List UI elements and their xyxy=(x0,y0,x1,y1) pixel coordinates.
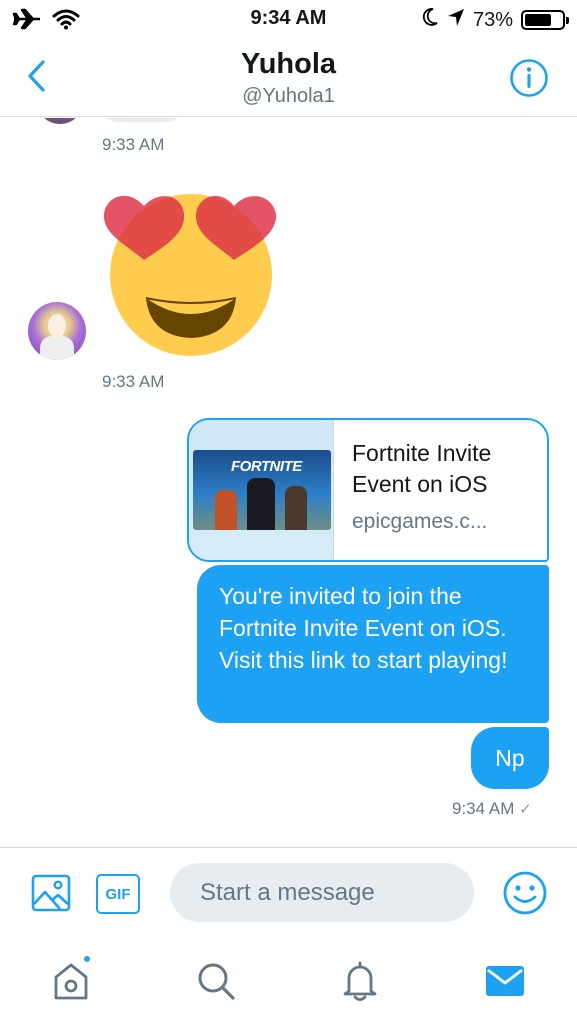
info-icon xyxy=(510,59,548,97)
message-input[interactable] xyxy=(170,863,474,922)
battery-level-fill xyxy=(525,14,552,26)
new-content-dot xyxy=(82,954,92,964)
battery-percent: 73% xyxy=(472,8,513,31)
fortnite-logo: FORTNITE xyxy=(231,458,302,475)
message-composer: GIF xyxy=(0,847,577,943)
add-photo-button[interactable] xyxy=(30,872,74,916)
avatar-partial xyxy=(36,118,84,124)
read-receipt-icon: ✓ xyxy=(519,801,532,818)
envelope-icon xyxy=(486,966,524,996)
tab-notifications[interactable] xyxy=(336,957,384,1005)
heart-eyes-emoji xyxy=(103,194,277,356)
location-arrow-icon xyxy=(447,7,465,33)
conversation-title[interactable]: Yuhola xyxy=(0,48,577,81)
tab-home[interactable] xyxy=(47,957,95,1005)
search-icon xyxy=(198,963,235,1000)
gif-icon: GIF xyxy=(105,885,131,903)
emoji-button[interactable] xyxy=(502,870,547,915)
home-icon xyxy=(54,963,88,1000)
message-list[interactable]: 9:33 AM 9:33 AM FORTNITE Fortnite Invite… xyxy=(0,118,577,847)
sender-avatar[interactable] xyxy=(28,302,86,360)
battery-icon xyxy=(521,10,569,30)
info-button[interactable] xyxy=(509,58,549,98)
bell-icon xyxy=(343,961,377,1001)
conversation-header: Yuhola @Yuhola1 xyxy=(0,40,577,117)
tab-messages[interactable] xyxy=(481,957,529,1005)
outgoing-message-bubble[interactable]: Np xyxy=(471,727,549,789)
message-timestamp: 9:34 AM xyxy=(452,799,515,818)
message-timestamp: 9:33 AM xyxy=(102,372,165,391)
tab-search[interactable] xyxy=(192,957,240,1005)
gif-button[interactable]: GIF xyxy=(96,874,140,914)
link-title: Fortnite Invite Event on iOS xyxy=(352,440,492,497)
link-thumbnail: FORTNITE xyxy=(189,420,334,560)
image-icon xyxy=(31,874,71,912)
message-timestamp: 9:33 AM xyxy=(102,135,165,154)
outgoing-message-bubble[interactable]: You're invited to join the Fortnite Invi… xyxy=(197,565,549,723)
link-domain: epicgames.c... xyxy=(352,510,488,533)
conversation-handle: @Yuhola1 xyxy=(242,85,335,107)
link-preview-card[interactable]: FORTNITE Fortnite Invite Event on iOS ep… xyxy=(187,418,549,562)
incoming-bubble-partial xyxy=(100,118,184,122)
status-bar: 9:34 AM 73% xyxy=(0,0,577,40)
emoji-smile-icon xyxy=(503,871,547,915)
moon-icon xyxy=(421,7,439,33)
